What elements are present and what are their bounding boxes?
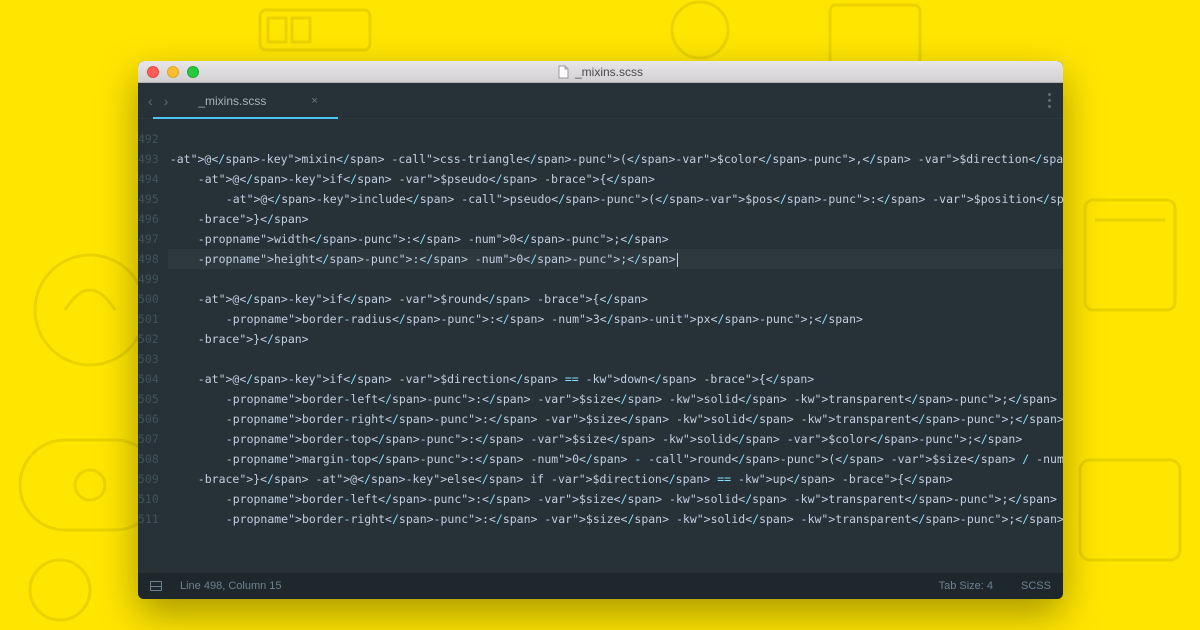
status-cursor-position[interactable]: Line 498, Column 15 bbox=[180, 580, 282, 592]
line-number: 493 bbox=[138, 149, 159, 169]
line-number: 497 bbox=[138, 229, 159, 249]
line-number: 492 bbox=[138, 129, 159, 149]
line-number: 510 bbox=[138, 489, 159, 509]
line-number: 495 bbox=[138, 189, 159, 209]
editor-body: 4924934944954964974984995005015025035045… bbox=[138, 119, 1063, 573]
status-bar: Line 498, Column 15 Tab Size: 4 SCSS bbox=[138, 573, 1063, 599]
code-line[interactable]: -at">@</span>-key">if</span> -var">$roun… bbox=[168, 289, 1063, 309]
nav-forward-button[interactable]: › bbox=[164, 93, 169, 109]
code-line[interactable]: -at">@</span>-key">if</span> -var">$pseu… bbox=[168, 169, 1063, 189]
code-line[interactable]: -propname">height</span>-punc">:</span> … bbox=[168, 249, 1063, 269]
tab-close-button[interactable]: × bbox=[311, 95, 317, 107]
status-tab-size[interactable]: Tab Size: 4 bbox=[939, 580, 993, 592]
tab-bar: ‹ › _mixins.scss × bbox=[138, 83, 1063, 119]
code-line[interactable]: -brace">}</span> bbox=[168, 329, 1063, 349]
editor-window: _mixins.scss ‹ › _mixins.scss × 49249349… bbox=[138, 61, 1063, 599]
line-number: 504 bbox=[138, 369, 159, 389]
line-number: 501 bbox=[138, 309, 159, 329]
window-title: _mixins.scss bbox=[138, 65, 1063, 79]
code-line[interactable]: -propname">border-right</span>-punc">:</… bbox=[168, 409, 1063, 429]
line-number: 506 bbox=[138, 409, 159, 429]
code-line[interactable]: -propname">border-top</span>-punc">:</sp… bbox=[168, 429, 1063, 449]
line-number: 494 bbox=[138, 169, 159, 189]
tab-active[interactable]: _mixins.scss × bbox=[188, 83, 327, 118]
line-number-gutter[interactable]: 4924934944954964974984995005015025035045… bbox=[138, 119, 168, 573]
code-line[interactable]: -propname">border-left</span>-punc">:</s… bbox=[168, 489, 1063, 509]
line-number: 508 bbox=[138, 449, 159, 469]
window-title-text: _mixins.scss bbox=[575, 65, 643, 79]
nav-arrows: ‹ › bbox=[148, 93, 168, 109]
status-syntax[interactable]: SCSS bbox=[1021, 580, 1051, 592]
line-number: 502 bbox=[138, 329, 159, 349]
code-line[interactable]: -at">@</span>-key">include</span> -call"… bbox=[168, 189, 1063, 209]
line-number: 499 bbox=[138, 269, 159, 289]
more-menu-button[interactable] bbox=[1048, 93, 1051, 108]
code-line[interactable]: -propname">border-radius</span>-punc">:<… bbox=[168, 309, 1063, 329]
file-icon bbox=[558, 66, 570, 78]
code-line[interactable]: -propname">margin-top</span>-punc">:</sp… bbox=[168, 449, 1063, 469]
code-line[interactable]: -brace">}</span> -at">@</span>-key">else… bbox=[168, 469, 1063, 489]
title-bar[interactable]: _mixins.scss bbox=[138, 61, 1063, 83]
code-line[interactable] bbox=[168, 269, 1063, 289]
line-number: 500 bbox=[138, 289, 159, 309]
tab-label: _mixins.scss bbox=[198, 94, 266, 108]
code-line[interactable]: -at">@</span>-key">mixin</span> -call">c… bbox=[168, 149, 1063, 169]
line-number: 496 bbox=[138, 209, 159, 229]
panel-toggle-icon[interactable] bbox=[150, 581, 162, 591]
line-number: 505 bbox=[138, 389, 159, 409]
line-number: 511 bbox=[138, 509, 159, 529]
code-line[interactable]: -propname">border-right</span>-punc">:</… bbox=[168, 509, 1063, 529]
line-number: 498 bbox=[138, 249, 159, 269]
nav-back-button[interactable]: ‹ bbox=[148, 93, 153, 109]
code-area[interactable]: -at">@</span>-key">mixin</span> -call">c… bbox=[168, 119, 1063, 573]
line-number: 507 bbox=[138, 429, 159, 449]
code-line[interactable] bbox=[168, 349, 1063, 369]
code-line[interactable]: -propname">width</span>-punc">:</span> -… bbox=[168, 229, 1063, 249]
code-line[interactable] bbox=[168, 129, 1063, 149]
code-line[interactable]: -brace">}</span> bbox=[168, 209, 1063, 229]
line-number: 503 bbox=[138, 349, 159, 369]
line-number: 509 bbox=[138, 469, 159, 489]
code-line[interactable]: -propname">border-left</span>-punc">:</s… bbox=[168, 389, 1063, 409]
code-line[interactable]: -at">@</span>-key">if</span> -var">$dire… bbox=[168, 369, 1063, 389]
